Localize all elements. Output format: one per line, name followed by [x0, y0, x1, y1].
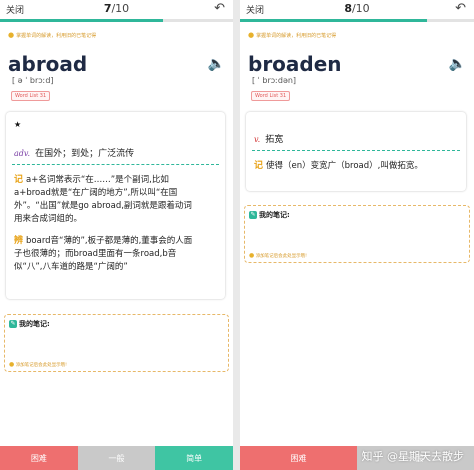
top-bar: 关闭 8/10 ↶: [240, 0, 474, 20]
watermark: 知乎 @星期天去散步: [361, 450, 465, 463]
definition-line: v. 拓宽: [254, 127, 283, 146]
speaker-icon[interactable]: 🔈: [208, 56, 225, 72]
memo-block: 记使得（en）变宽广（broad）,叫做拓宽。: [254, 161, 423, 171]
medium-button[interactable]: 一般: [77, 446, 156, 470]
distinguish-block: 辨 board音“薄的”,板子都是薄的,董事会的人面 子也很薄的；而broad里面…: [14, 236, 193, 272]
undo-arrow-icon[interactable]: ↶: [455, 1, 466, 16]
tip-text: ● 掌握单词的解读，利用旧的已笔记得: [248, 31, 337, 39]
part-of-speech: v.: [254, 135, 261, 144]
rating-bar: 困难 一般 简单: [0, 446, 233, 470]
memo-tag: 记: [254, 161, 264, 171]
memo-block: 记 a+名词常表示“在……”是个副词,比如 a+broad就是“在广阔的地方”,所…: [14, 175, 192, 224]
word-card-screen-left: 关闭 7/10 ↶ ● 掌握单词的解读，利用旧的已笔记得 abroad [ ə ˈ…: [0, 0, 233, 470]
top-bar: 关闭 7/10 ↶: [0, 0, 233, 20]
distinguish-tag: 辨: [14, 236, 24, 246]
lightbulb-icon: ●: [9, 361, 15, 368]
notes-hint: ● 添加笔记后会此处显示哦!: [249, 252, 307, 259]
word-list-badge: Word List 31: [251, 91, 291, 101]
hard-button[interactable]: 困难: [0, 446, 78, 470]
divider: [252, 150, 460, 151]
divider: [12, 164, 219, 165]
card-counter: 8/10: [344, 2, 370, 15]
progress-bar: [240, 19, 474, 22]
hard-button[interactable]: 困难: [240, 446, 357, 470]
notes-title: ✎ 我的笔记:: [249, 211, 290, 219]
progress-fill: [0, 19, 164, 22]
phonetic: [ ə ˈ brɔːd]: [12, 76, 54, 85]
word-list-badge: Word List 31: [11, 91, 51, 101]
definition-line: adv. 在国外；到处；广泛流传: [14, 141, 134, 160]
notes-hint: ● 添加笔记后会此处显示哦!: [9, 361, 67, 368]
word-card-screen-right: 关闭 8/10 ↶ ● 掌握单词的解读，利用旧的已笔记得 broaden [ ˈ …: [240, 0, 474, 470]
my-notes-box[interactable]: ✎ 我的笔记: ● 添加笔记后会此处显示哦!: [244, 205, 470, 263]
speaker-icon[interactable]: 🔈: [449, 56, 466, 72]
note-icon: ✎: [9, 320, 17, 328]
phonetic: [ ˈ brɔːdən]: [252, 76, 297, 85]
lightbulb-icon: ●: [248, 31, 255, 39]
my-notes-box[interactable]: ✎ 我的笔记: ● 添加笔记后会此处显示哦!: [4, 314, 229, 372]
undo-arrow-icon[interactable]: ↶: [214, 1, 225, 16]
meaning: 在国外；到处；广泛流传: [35, 149, 135, 159]
progress-fill: [240, 19, 428, 22]
part-of-speech: adv.: [14, 149, 31, 158]
card-counter: 7/10: [103, 2, 130, 15]
definition-card: ★ adv. 在国外；到处；广泛流传 记 a+名词常表示“在……”是个副词,比如 …: [6, 112, 225, 299]
progress-bar: [0, 19, 233, 22]
word-title: broaden: [248, 52, 342, 76]
note-icon: ✎: [249, 211, 257, 219]
notes-title: ✎ 我的笔记:: [9, 320, 50, 328]
screen-divider: [233, 0, 240, 470]
lightbulb-icon: ●: [249, 252, 255, 259]
word-title: abroad: [8, 52, 88, 76]
easy-button[interactable]: 简单: [155, 446, 233, 470]
memo-tag: 记: [14, 175, 24, 185]
tip-text: ● 掌握单词的解读，利用旧的已笔记得: [8, 31, 97, 39]
lightbulb-icon: ●: [8, 31, 15, 39]
meaning: 拓宽: [265, 135, 284, 145]
star-icon[interactable]: ★: [14, 120, 21, 129]
definition-card: v. 拓宽 记使得（en）变宽广（broad）,叫做拓宽。: [246, 112, 466, 191]
